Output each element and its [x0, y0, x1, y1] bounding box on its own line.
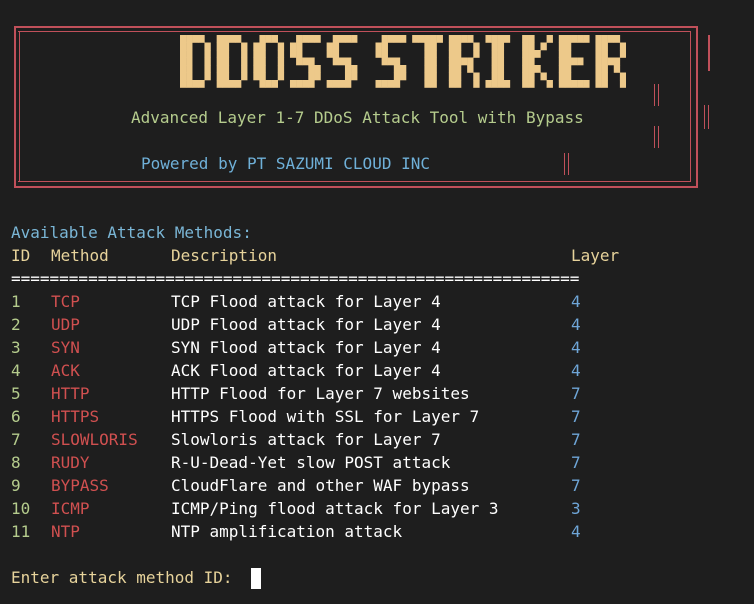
row-layer: 7 [571, 384, 581, 403]
row-method: NTP [51, 522, 80, 541]
frame-left-outer [14, 26, 16, 188]
row-method: RUDY [51, 453, 90, 472]
row-id: 8 [11, 453, 21, 472]
row-method: UDP [51, 315, 80, 334]
column-header-method: Method [51, 246, 109, 265]
frame-deco-6 [654, 126, 655, 148]
row-layer: 3 [571, 499, 581, 518]
row-description: HTTPS Flood with SSL for Layer 7 [171, 407, 480, 426]
banner-title-art [180, 35, 626, 88]
row-description: Slowloris attack for Layer 7 [171, 430, 441, 449]
row-description: HTTP Flood for Layer 7 websites [171, 384, 470, 403]
frame-deco-4 [654, 84, 655, 106]
frame-right-outer [696, 26, 698, 188]
row-id: 2 [11, 315, 21, 334]
frame-deco-9 [568, 153, 569, 175]
row-layer: 4 [571, 338, 581, 357]
row-description: ICMP/Ping flood attack for Layer 3 [171, 499, 499, 518]
frame-deco-1 [708, 35, 710, 71]
frame-top-inner [18, 31, 690, 32]
row-layer: 7 [571, 407, 581, 426]
row-id: 3 [11, 338, 21, 357]
row-layer: 7 [571, 430, 581, 449]
frame-deco-2 [704, 105, 705, 129]
frame-top-outer [14, 26, 698, 28]
row-method: HTTPS [51, 407, 100, 426]
row-method: ACK [51, 361, 80, 380]
column-header-description: Description [171, 246, 277, 265]
column-header-layer: Layer [571, 246, 620, 265]
row-id: 1 [11, 292, 21, 311]
row-layer: 4 [571, 292, 581, 311]
table-row: 2 UDP UDP Flood attack for Layer 4 4 [0, 315, 754, 338]
banner-powered-by: Powered by PT SAZUMI CLOUD INC [141, 154, 430, 173]
header-separator: ========================================… [11, 269, 580, 288]
row-method: ICMP [51, 499, 90, 518]
frame-deco-7 [658, 126, 659, 148]
row-layer: 4 [571, 315, 581, 334]
table-row: 4 ACK ACK Flood attack for Layer 4 4 [0, 361, 754, 384]
column-header-id: ID [11, 246, 31, 265]
row-method: BYPASS [51, 476, 109, 495]
frame-deco-8 [564, 153, 565, 175]
row-id: 11 [11, 522, 31, 541]
row-description: R-U-Dead-Yet slow POST attack [171, 453, 451, 472]
row-layer: 7 [571, 453, 581, 472]
table-row: 6 HTTPS HTTPS Flood with SSL for Layer 7 7 [0, 407, 754, 430]
row-description: SYN Flood attack for Layer 4 [171, 338, 441, 357]
row-description: NTP amplification attack [171, 522, 403, 541]
table-row: 9 BYPASS CloudFlare and other WAF bypass 7 [0, 476, 754, 499]
row-description: CloudFlare and other WAF bypass [171, 476, 470, 495]
table-row: 3 SYN SYN Flood attack for Layer 4 4 [0, 338, 754, 361]
prompt-label: Enter attack method ID: [11, 568, 243, 587]
row-layer: 4 [571, 361, 581, 380]
row-description: UDP Flood attack for Layer 4 [171, 315, 441, 334]
frame-bottom-outer [14, 186, 698, 188]
row-method: TCP [51, 292, 80, 311]
menu-heading: Available Attack Methods: [11, 223, 252, 242]
banner-title [180, 34, 626, 88]
row-description: TCP Flood attack for Layer 4 [171, 292, 441, 311]
table-row: 8 RUDY R-U-Dead-Yet slow POST attack 7 [0, 453, 754, 476]
row-id: 4 [11, 361, 21, 380]
banner-subtitle: Advanced Layer 1-7 DDoS Attack Tool with… [131, 108, 584, 127]
frame-right-inner [690, 31, 691, 182]
row-id: 10 [11, 499, 31, 518]
row-method: SYN [51, 338, 80, 357]
row-method: HTTP [51, 384, 90, 403]
row-description: ACK Flood attack for Layer 4 [171, 361, 441, 380]
row-id: 9 [11, 476, 21, 495]
row-layer: 7 [571, 476, 581, 495]
input-cursor[interactable] [251, 568, 261, 589]
table-row: 5 HTTP HTTP Flood for Layer 7 websites 7 [0, 384, 754, 407]
row-id: 7 [11, 430, 21, 449]
frame-bottom-inner [18, 181, 690, 182]
row-layer: 4 [571, 522, 581, 541]
row-id: 6 [11, 407, 21, 426]
frame-left-inner [19, 31, 20, 182]
frame-deco-5 [658, 84, 659, 106]
table-row: 10 ICMP ICMP/Ping flood attack for Layer 3… [0, 499, 754, 522]
frame-deco-3 [708, 105, 709, 129]
row-method: SLOWLORIS [51, 430, 138, 449]
table-row: 7 SLOWLORIS Slowloris attack for Layer 7 7 [0, 430, 754, 453]
table-row: 1 TCP TCP Flood attack for Layer 4 4 [0, 292, 754, 315]
row-id: 5 [11, 384, 21, 403]
table-row: 11 NTP NTP amplification attack 4 [0, 522, 754, 545]
